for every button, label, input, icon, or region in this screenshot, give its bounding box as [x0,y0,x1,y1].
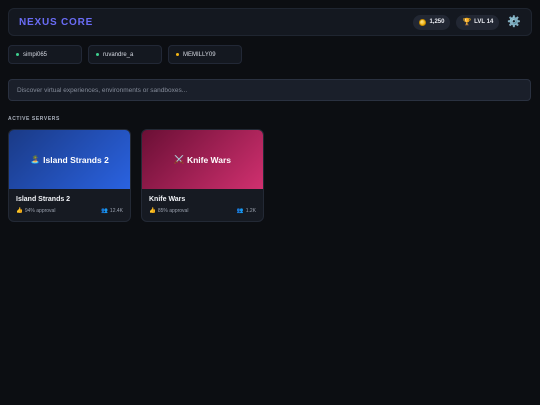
friend-name: MEMILLY09 [183,51,216,58]
server-name: Island Strands 2 [16,196,71,203]
player-count: 👥 12.4K [101,208,123,214]
player-count-text: 1.2K [245,208,256,214]
gear-icon[interactable]: ⚙️ [507,16,521,28]
level-label: LVL 14 [474,19,494,25]
card-body: Knife Wars 👍 85% approval 👥 1.2K [142,189,263,214]
brand-logo[interactable]: NEXUS CORE [19,17,93,28]
friend-chip[interactable]: ruvandre_a [88,45,162,64]
friend-chip[interactable]: simpi065 [8,45,82,64]
player-count: 👥 1.2K [237,208,256,214]
friend-chip[interactable]: MEMILLY09 [168,45,242,64]
thumbnail-title: Knife Wars [186,154,232,165]
server-card[interactable]: ⚔️ Knife Wars Knife Wars 👍 85% approval … [141,129,264,222]
users-icon: 👥 [101,208,108,214]
coin-icon [419,18,427,26]
friends-row: simpi065 ruvandre_a MEMILLY09 [8,45,532,64]
top-bar: NEXUS CORE 1,250 🏆 LVL 14 ⚙️ [8,8,532,36]
server-name: Knife Wars [149,196,186,203]
island-icon: 🏝️ [30,155,41,164]
server-thumbnail: 🏝️ Island Strands 2 [9,130,130,189]
header-right: 1,250 🏆 LVL 14 ⚙️ [413,14,521,30]
thumbnail-title: Island Strands 2 [43,154,109,165]
server-list: 🏝️ Island Strands 2 Island Strands 2 👍 9… [8,129,532,222]
currency-badge[interactable]: 1,250 [413,14,451,30]
section-title: ACTIVE SERVERS [8,116,60,122]
card-body: Island Strands 2 👍 94% approval 👥 12.4K [9,189,130,214]
server-meta: 👍 94% approval 👥 12.4K [16,208,123,214]
friend-name: simpi065 [23,51,48,58]
server-card[interactable]: 🏝️ Island Strands 2 Island Strands 2 👍 9… [8,129,131,222]
server-thumbnail: ⚔️ Knife Wars [142,130,263,189]
online-status-dot [16,53,19,56]
friend-name: ruvandre_a [103,51,134,58]
level-badge[interactable]: 🏆 LVL 14 [456,14,500,30]
users-icon: 👥 [236,208,244,214]
player-count-text: 12.4K [109,208,123,214]
away-status-dot [176,53,179,56]
thumbs-up-icon: 👍 [16,208,23,214]
approval-rating: 👍 85% approval [149,208,188,214]
thumbs-up-icon: 👍 [149,208,156,214]
trophy-icon: 🏆 [462,18,472,26]
search-input[interactable] [8,79,531,101]
approval-rating: 👍 94% approval [16,208,55,214]
app-root: NEXUS CORE 1,250 🏆 LVL 14 ⚙️ simpi065 ru… [0,0,540,405]
approval-text: 94% approval [24,208,56,214]
crossed-swords-icon: ⚔️ [173,155,184,164]
approval-text: 85% approval [157,208,189,214]
server-meta: 👍 85% approval 👥 1.2K [149,208,256,214]
currency-amount: 1,250 [429,19,445,25]
online-status-dot [96,53,99,56]
